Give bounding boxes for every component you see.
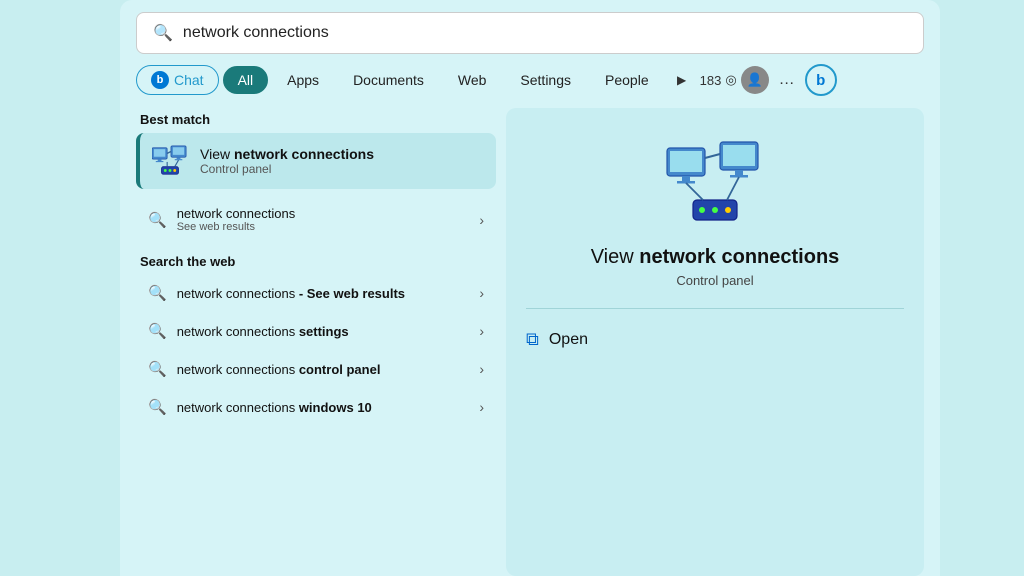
best-match-icon [152, 143, 188, 179]
right-icon-area [665, 140, 765, 230]
tab-web[interactable]: Web [443, 66, 502, 94]
left-panel: Best match [136, 108, 496, 576]
right-panel-title: View network connections [591, 246, 840, 269]
list-item-arrow: › [479, 212, 484, 228]
tab-chat[interactable]: b Chat [136, 65, 219, 95]
tab-people-label: People [605, 72, 649, 88]
web-item-1-arrow: › [479, 285, 484, 301]
best-match-subtitle: Control panel [200, 162, 374, 176]
web-item-1-text: network connections - See web results [177, 286, 470, 301]
tab-all-label: All [238, 72, 254, 88]
search-bar: 🔍 [136, 12, 924, 54]
web-item-2[interactable]: 🔍 network connections settings › [136, 313, 496, 349]
tabs-bar: b Chat All Apps Documents Web Settings P… [136, 64, 924, 96]
bing-b-icon: b [816, 72, 825, 89]
search-icon: 🔍 [148, 211, 167, 229]
list-item-network-main: network connections [177, 206, 470, 221]
tabs-more-arrow[interactable]: ▶ [668, 66, 696, 94]
network-connections-icon-large [665, 140, 765, 225]
search-panel: 🔍 b Chat All Apps Documents Web Settings [120, 0, 940, 576]
open-button[interactable]: ⧉ Open [526, 323, 588, 356]
tab-chat-label: Chat [174, 72, 204, 88]
tab-documents-label: Documents [353, 72, 424, 88]
web-item-2-arrow: › [479, 323, 484, 339]
web-item-3[interactable]: 🔍 network connections control panel › [136, 351, 496, 387]
search-icon: 🔍 [153, 23, 173, 43]
list-item-network-text: network connections See web results [177, 206, 470, 233]
web-item-1[interactable]: 🔍 network connections - See web results … [136, 275, 496, 311]
web-item-3-text: network connections control panel [177, 362, 470, 377]
tab-people[interactable]: People [590, 66, 664, 94]
search-input[interactable] [183, 24, 907, 42]
best-match-label: Best match [136, 112, 496, 127]
web-item-3-arrow: › [479, 361, 484, 377]
web-item-3-main: network connections control panel [177, 362, 470, 377]
web-item-4-main: network connections windows 10 [177, 400, 470, 415]
tab-apps[interactable]: Apps [272, 66, 334, 94]
bing-icon-button[interactable]: b [805, 64, 837, 96]
web-item-4-arrow: › [479, 399, 484, 415]
tab-settings-label: Settings [520, 72, 571, 88]
search-web-label: Search the web [136, 254, 496, 269]
list-item-network-web[interactable]: 🔍 network connections See web results › [136, 197, 496, 242]
search-icon-1: 🔍 [148, 284, 167, 302]
main-content: Best match [136, 108, 924, 576]
more-options-button[interactable]: … [773, 67, 801, 93]
search-icon-4: 🔍 [148, 398, 167, 416]
tab-count-number: 183 [700, 73, 722, 88]
web-item-2-main: network connections settings [177, 324, 470, 339]
tab-apps-label: Apps [287, 72, 319, 88]
tab-all[interactable]: All [223, 66, 269, 94]
wifi-icon: ◎ [725, 72, 736, 88]
tab-settings[interactable]: Settings [505, 66, 586, 94]
search-icon-2: 🔍 [148, 322, 167, 340]
right-panel-subtitle: Control panel [676, 273, 753, 288]
list-item-network-sub: See web results [177, 221, 470, 233]
tab-documents[interactable]: Documents [338, 66, 439, 94]
divider [526, 308, 904, 309]
web-item-2-text: network connections settings [177, 324, 470, 339]
search-icon-3: 🔍 [148, 360, 167, 378]
best-match-text: View network connections Control panel [200, 146, 374, 176]
web-item-4[interactable]: 🔍 network connections windows 10 › [136, 389, 496, 425]
best-match-title: View network connections [200, 146, 374, 162]
web-item-1-main: network connections - See web results [177, 286, 470, 301]
web-item-4-text: network connections windows 10 [177, 400, 470, 415]
open-label: Open [549, 331, 588, 349]
best-match-item[interactable]: View network connections Control panel [136, 133, 496, 189]
tab-count: 183 ◎ [700, 72, 737, 88]
user-avatar[interactable]: 👤 [741, 66, 769, 94]
bing-chat-icon: b [151, 71, 169, 89]
tab-web-label: Web [458, 72, 487, 88]
right-panel: View network connections Control panel ⧉… [506, 108, 924, 576]
open-icon: ⧉ [526, 329, 539, 350]
network-connections-icon-small [152, 145, 188, 177]
